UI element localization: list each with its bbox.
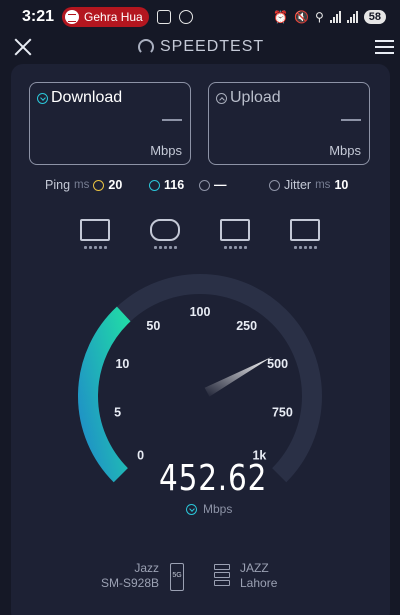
gauge-scale-label: 750 xyxy=(272,405,293,419)
provider-name: Jazz xyxy=(134,561,159,575)
wifi-signal-icon xyxy=(329,11,341,23)
gauge-progress-arc xyxy=(78,306,131,483)
gauge-scale-label: 500 xyxy=(267,357,288,371)
status-bar: 3:21 Gehra Hua ⏰ 🔇 ⚲ 58 xyxy=(0,0,400,34)
main-panel: Download Mbps Upload Mbps Ping ms 20 116… xyxy=(11,64,390,615)
network-type: 5G xyxy=(172,572,182,579)
hamburger-menu-icon[interactable] xyxy=(375,40,394,54)
current-speed-value: 452.62 xyxy=(159,458,268,499)
speed-unit-row: Mbps xyxy=(186,502,232,516)
mute-icon: 🔇 xyxy=(294,10,309,24)
server-info[interactable]: JAZZ Lahore xyxy=(240,561,277,591)
download-arrow-icon xyxy=(186,503,197,515)
gauge-needle xyxy=(204,356,273,397)
app-bar: SPEEDTEST xyxy=(0,34,400,60)
media-playing-pill[interactable]: Gehra Hua xyxy=(62,7,149,27)
cell-signal-icon xyxy=(346,11,358,23)
status-time: 3:21 xyxy=(22,8,55,25)
phone-5g-icon: 5G xyxy=(170,563,184,591)
spotify-icon xyxy=(65,10,80,24)
gauge-scale-label: 5 xyxy=(114,405,121,419)
gauge-scale-label: 0 xyxy=(137,448,144,462)
gauge-scale-label: 100 xyxy=(190,305,211,319)
gauge-scale-labels: 0510501002505007501k xyxy=(114,305,293,462)
battery-badge: 58 xyxy=(363,10,386,24)
brand-logo: SPEEDTEST xyxy=(138,38,264,56)
media-title: Gehra Hua xyxy=(84,10,143,24)
server-name: JAZZ xyxy=(240,561,269,575)
server-icon xyxy=(214,564,230,588)
gauge-scale-label: 250 xyxy=(236,319,257,333)
gauge-scale-label: 10 xyxy=(115,357,129,371)
speed-gauge: 0510501002505007501k xyxy=(78,274,322,483)
close-icon[interactable] xyxy=(14,38,32,56)
gauge-scale-label: 50 xyxy=(146,319,160,333)
screenshot-icon xyxy=(156,10,171,24)
alarm-icon: ⏰ xyxy=(273,10,288,24)
device-model: SM-S928B xyxy=(100,576,159,590)
provider-info: Jazz SM-S928B xyxy=(99,561,159,591)
speed-meter-icon xyxy=(178,10,193,24)
speed-unit: Mbps xyxy=(203,502,233,516)
server-location: Lahore xyxy=(240,576,278,590)
location-icon: ⚲ xyxy=(314,10,324,24)
brand-title: SPEEDTEST xyxy=(160,38,265,55)
speedometer-icon xyxy=(138,39,154,55)
